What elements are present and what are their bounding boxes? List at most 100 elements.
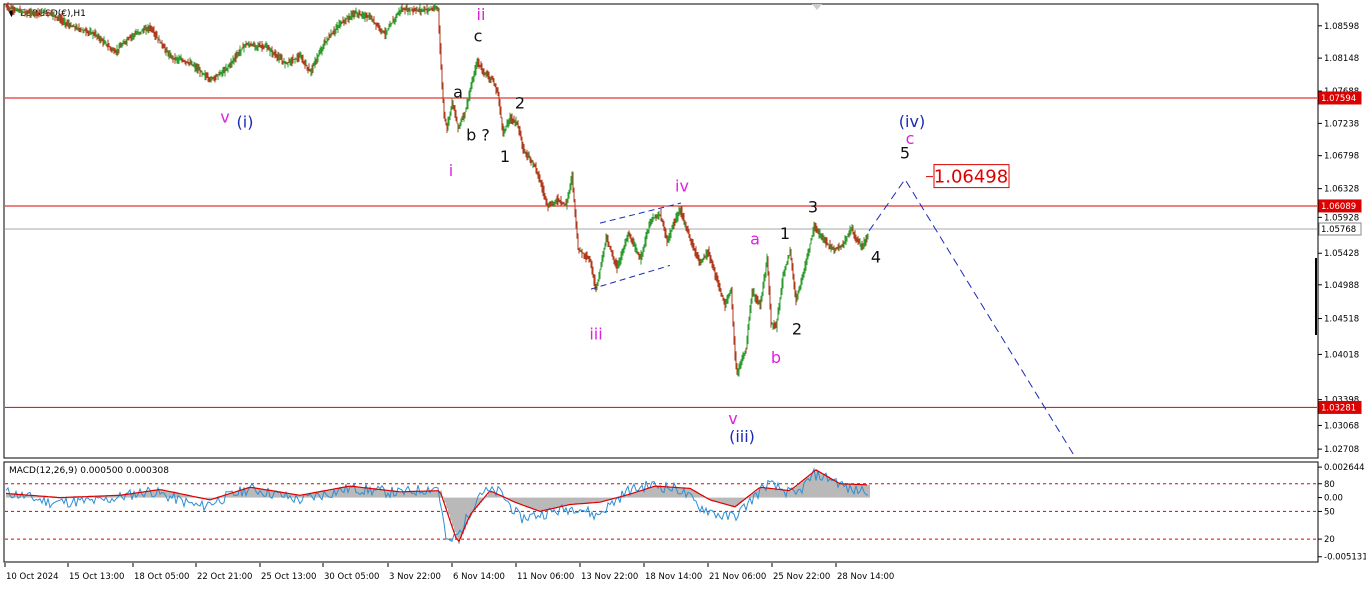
wave-label: iii [589,324,602,343]
wave-label: (iv) [899,112,925,131]
macd-histogram-bar [646,488,648,498]
level-price-label: 1.03281 [1321,403,1356,413]
macd-histogram-bar [458,497,460,544]
wave-label: 1 [780,224,790,243]
macd-histogram-bar [526,497,528,507]
macd-histogram-bar [820,472,822,498]
macd-histogram-bar [732,497,734,506]
macd-histogram-bar [670,487,672,498]
macd-histogram-bar [840,483,842,498]
wave-label: 3 [808,197,818,216]
macd-y-tick-label: 50 [1324,507,1335,517]
macd-histogram-bar [722,497,724,504]
macd-histogram-bar [790,490,792,498]
y-tick-label: 1.06328 [1324,185,1359,195]
macd-histogram-bar [570,497,572,505]
y-tick-label: 1.06798 [1324,152,1359,162]
macd-histogram-bar [572,497,574,505]
y-tick-label: 1.05928 [1324,213,1359,223]
macd-histogram-bar [650,487,652,498]
macd-histogram-bar [634,492,636,498]
macd-y-tick-label: 0.002644 [1324,463,1365,473]
y-tick-label: 1.03068 [1324,421,1359,431]
macd-histogram-bar [544,497,546,511]
wave-label: (i) [237,113,254,132]
wave-label: i [449,161,453,180]
macd-histogram-bar [864,484,866,498]
macd-histogram-bar [592,497,594,503]
level-price-label: 1.05768 [1321,225,1356,235]
macd-histogram-bar [730,497,732,506]
macd-histogram-bar [408,491,410,498]
x-tick-label: 18 Nov 14:00 [645,572,702,582]
macd-histogram-bar [546,497,548,511]
macd-histogram-bar [834,480,836,498]
wave-label: c [474,27,483,46]
level-price-label: 1.06089 [1321,202,1356,212]
target-label: 1.06498 [934,167,1008,188]
macd-histogram-bar [632,493,634,498]
x-tick-label: 21 Nov 06:00 [709,572,766,582]
x-tick-label: 22 Oct 21:00 [197,572,252,582]
macd-histogram-bar [568,497,570,505]
macd-histogram-bar [558,497,560,508]
macd-histogram-bar [680,487,682,498]
macd-histogram-bar [652,487,654,498]
macd-histogram-bar [866,484,868,498]
macd-histogram-bar [556,497,558,508]
macd-histogram-bar [778,489,780,498]
x-tick-label: 3 Nov 22:00 [389,572,441,582]
macd-histogram-bar [776,489,778,498]
macd-histogram-bar [648,488,650,498]
macd-histogram-bar [148,491,150,498]
macd-histogram-bar [720,497,722,503]
macd-histogram-bar [330,489,332,498]
x-tick-label: 13 Nov 22:00 [581,572,638,582]
macd-histogram-bar [488,493,490,498]
y-tick-label: 1.08148 [1324,54,1359,64]
macd-histogram-bar [780,489,782,498]
chart-svg[interactable]: ▼ EURUSD(€),H1 1.06498 v(i)iicab ?i21ivi… [0,0,1366,588]
macd-histogram-bar [548,497,550,510]
macd-y-tick-label: -0.005131 [1324,553,1366,563]
macd-histogram-bar [550,497,552,510]
macd-histogram-bar [162,489,164,498]
wave-label: a [453,83,463,102]
macd-title: MACD(12,26,9) 0.000500 0.000308 [9,466,169,476]
macd-histogram-bar [726,497,728,505]
wave-label: (iii) [729,427,755,446]
macd-histogram-bar [582,497,584,504]
macd-histogram-bar [716,497,718,502]
macd-histogram-bar [378,489,380,498]
macd-histogram-bar [728,497,730,505]
macd-histogram-bar [552,497,554,509]
macd-histogram-bar [534,497,536,510]
wave-label: a [750,230,760,249]
macd-histogram-bar [590,497,592,503]
macd-histogram-bar [724,497,726,504]
macd-histogram-bar [564,497,566,506]
macd-histogram-bar [252,487,254,498]
macd-histogram-bar [448,497,450,515]
wave-label: 4 [871,248,881,267]
macd-histogram-bar [762,487,764,498]
macd-histogram-bar [868,484,870,498]
wave-label: iv [675,177,689,196]
x-tick-label: 15 Oct 13:00 [69,572,124,582]
wave-label: b ? [466,126,490,145]
macd-histogram-bar [514,497,516,502]
macd-histogram-bar [406,491,408,498]
macd-histogram-bar [768,488,770,498]
macd-histogram-bar [588,497,590,504]
macd-histogram-bar [594,497,596,503]
macd-histogram-bar [522,497,524,505]
macd-histogram-bar [654,486,656,498]
macd-histogram-bar [230,493,232,498]
macd-histogram-bar [674,487,676,498]
macd-histogram-bar [636,492,638,498]
y-tick-label: 1.08598 [1324,22,1359,32]
macd-histogram-bar [530,497,532,508]
macd-histogram-bar [456,497,458,538]
x-tick-label: 28 Nov 14:00 [837,572,894,582]
wave-label: v [728,409,737,428]
